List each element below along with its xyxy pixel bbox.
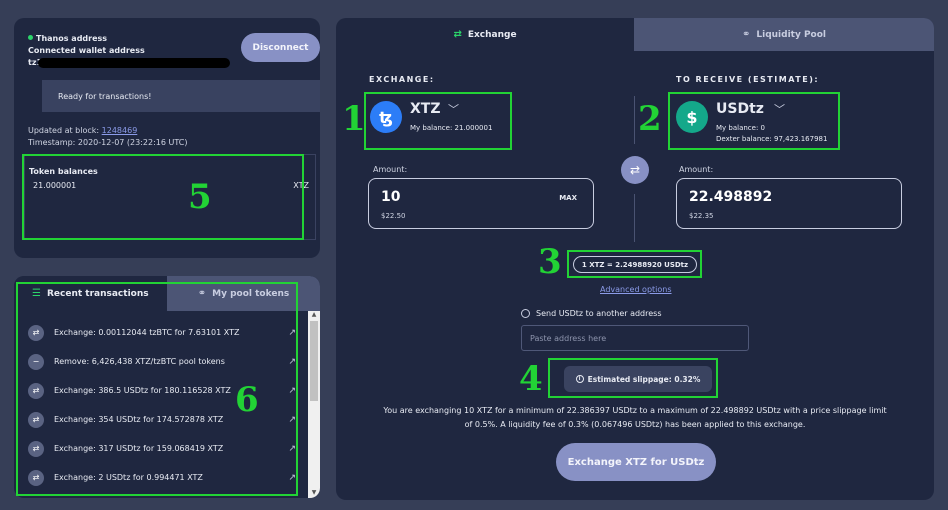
annotation-number-6: 6 <box>235 380 259 420</box>
address-input[interactable]: Paste address here <box>521 325 749 351</box>
divider-top <box>634 96 635 144</box>
timestamp: Timestamp: 2020-12-07 (23:22:16 UTC) <box>28 138 188 147</box>
disconnect-button[interactable]: Disconnect <box>241 33 320 62</box>
advanced-options-link[interactable]: Advanced options <box>600 285 672 294</box>
transactions-scrollbar[interactable]: ▲ ▼ <box>308 311 320 498</box>
max-button[interactable]: MAX <box>559 194 577 202</box>
send-other-address-option[interactable]: Send USDtz to another address <box>521 309 662 318</box>
annotation-number-1: 1 <box>342 99 366 139</box>
to-amount-usd: $22.35 <box>689 212 714 220</box>
annotation-number-3: 3 <box>538 242 562 282</box>
divider-bottom <box>634 194 635 242</box>
annotation-number-2: 2 <box>638 99 662 139</box>
from-amount-value[interactable]: 10 <box>381 189 400 205</box>
ready-status: Ready for transactions! <box>42 80 320 112</box>
receive-label: TO RECEIVE (ESTIMATE): <box>676 75 820 84</box>
highlight-box-5 <box>22 154 304 240</box>
scroll-thumb[interactable] <box>310 321 318 401</box>
annotation-number-5: 5 <box>188 177 212 217</box>
tab-liquidity-pool[interactable]: ⚭ Liquidity Pool <box>634 18 934 51</box>
wallet-status: Thanos address <box>28 34 107 43</box>
tab-exchange[interactable]: ⇄ Exchange <box>336 18 634 51</box>
scroll-up-icon[interactable]: ▲ <box>308 311 320 318</box>
block-link[interactable]: 1248469 <box>102 126 138 135</box>
updated-block: Updated at block: 1248469 <box>28 126 138 135</box>
from-amount-usd: $22.50 <box>381 212 406 220</box>
from-amount-label: Amount: <box>373 165 408 174</box>
highlight-box-1 <box>364 92 512 150</box>
connected-label: Connected wallet address <box>28 46 145 55</box>
annotation-number-4: 4 <box>519 359 543 399</box>
connected-dot-icon <box>28 35 33 40</box>
highlight-box-2 <box>668 92 840 150</box>
from-amount-input[interactable]: 10 $22.50 MAX <box>368 178 594 229</box>
exchange-label: EXCHANGE: <box>369 75 435 84</box>
highlight-box-4 <box>548 358 718 398</box>
swap-arrows-icon: ⇄ <box>453 29 462 40</box>
to-amount-value: 22.498892 <box>689 189 773 205</box>
exchange-summary: You are exchanging 10 XTZ for a minimum … <box>383 406 887 429</box>
address-redaction <box>38 58 230 68</box>
scroll-down-icon[interactable]: ▼ <box>308 489 320 496</box>
to-amount-display: 22.498892 $22.35 <box>676 178 902 229</box>
exchange-submit-button[interactable]: Exchange XTZ for USDtz <box>556 443 716 481</box>
highlight-box-3 <box>567 250 702 278</box>
link-icon: ⚭ <box>741 29 751 40</box>
swap-direction-button[interactable]: ⇄ <box>621 156 649 184</box>
to-amount-label: Amount: <box>679 165 714 174</box>
radio-button[interactable] <box>521 309 530 318</box>
